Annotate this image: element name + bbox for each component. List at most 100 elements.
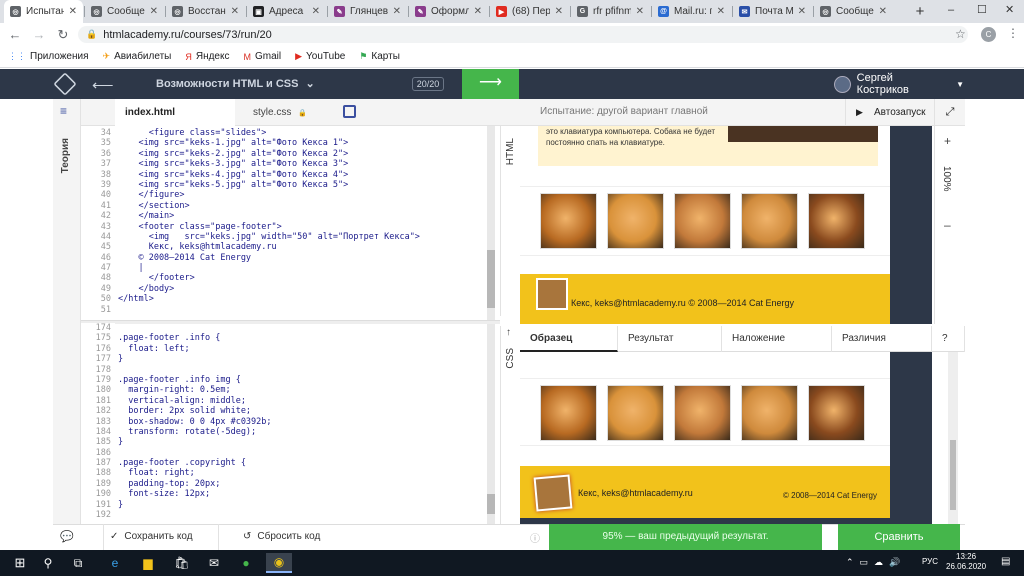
code-line[interactable]: }	[118, 437, 486, 447]
tab-close-icon[interactable]: ✕	[879, 6, 887, 17]
edge-icon[interactable]: e	[105, 553, 125, 573]
code-line[interactable]: </main>	[118, 211, 486, 221]
code-line[interactable]: <figure class="slides">	[118, 128, 486, 138]
browser-tab[interactable]: ◎ Сообщест ✕	[814, 0, 893, 23]
result-tab[interactable]: Результат	[618, 326, 722, 352]
code-line[interactable]: </html>	[118, 294, 486, 304]
css-code-editor[interactable]: .page-footer .info { float: left;} .page-…	[118, 323, 486, 524]
code-line[interactable]: </figure>	[118, 190, 486, 200]
code-line[interactable]	[118, 323, 486, 333]
expand-icon[interactable]: ⤢	[934, 99, 965, 126]
css-scrollbar-thumb[interactable]	[487, 494, 495, 514]
browser-tab[interactable]: ◎ Восстанов ✕	[166, 0, 245, 23]
previous-step-icon[interactable]: ⟵	[92, 76, 114, 94]
browser-tab[interactable]: ◎ Сообщест ✕	[85, 0, 164, 23]
browser-tab[interactable]: ✎ Глянцева ✕	[328, 0, 407, 23]
tab-close-icon[interactable]: ✕	[393, 6, 401, 17]
code-line[interactable]: float: left;	[118, 344, 486, 354]
mail-icon[interactable]: ✉	[204, 553, 224, 573]
search-icon[interactable]: ⚲	[38, 553, 58, 573]
code-line[interactable]	[118, 305, 486, 315]
sample-scrollbar-thumb[interactable]	[950, 440, 956, 510]
reload-icon[interactable]: ↻	[54, 23, 72, 46]
hamburger-menu-icon[interactable]: ≡	[60, 105, 72, 117]
zoom-out-icon[interactable]: –	[944, 218, 951, 232]
bookmark-item[interactable]: Я Яндекс	[185, 51, 229, 62]
code-line[interactable]: </body>	[118, 284, 486, 294]
window-minimize-icon[interactable]: –	[948, 4, 954, 16]
result-tab[interactable]: Образец	[520, 326, 618, 352]
code-line[interactable]: transform: rotate(-5deg);	[118, 427, 486, 437]
browser-tab[interactable]: @ Mail.ru: п ✕	[652, 0, 731, 23]
next-step-button[interactable]: ⟶	[462, 69, 519, 99]
compare-button[interactable]: Сравнить	[838, 524, 960, 550]
profile-avatar[interactable]: C	[981, 27, 996, 42]
windows-start-icon[interactable]: ⊞	[10, 553, 30, 573]
bookmark-item[interactable]: M Gmail	[243, 51, 281, 62]
code-line[interactable]: <img src="keks.jpg" width="50" alt="Порт…	[118, 232, 486, 242]
browser-tab[interactable]: ◎ Испытани ✕	[4, 0, 83, 23]
store-icon[interactable]: 🛍	[172, 553, 192, 573]
theory-toggle[interactable]: Теория	[60, 138, 71, 173]
info-icon[interactable]: ⓘ	[530, 530, 540, 545]
code-line[interactable]: <img src="keks-3.jpg" alt="Фото Кекса 3"…	[118, 159, 486, 169]
autorun-toggle[interactable]: ▶ Автозапуск	[845, 99, 934, 126]
tab-close-icon[interactable]: ✕	[717, 6, 725, 17]
code-line[interactable]: }	[118, 500, 486, 510]
code-line[interactable]: .page-footer .copyright {	[118, 458, 486, 468]
address-bar[interactable]: 🔒 htmlacademy.ru/courses/73/run/20	[78, 26, 968, 43]
layout-toggle-icon[interactable]	[343, 105, 356, 118]
chrome-icon[interactable]: ◉	[266, 553, 292, 573]
code-line[interactable]: padding-top: 20px;	[118, 479, 486, 489]
code-line[interactable]: Кекс, keks@htmlacademy.ru	[118, 242, 486, 252]
code-line[interactable]	[118, 448, 486, 458]
code-line[interactable]: font-size: 12px;	[118, 489, 486, 499]
code-line[interactable]: </footer>	[118, 273, 486, 283]
result-tab[interactable]: Различия	[832, 326, 932, 352]
clock[interactable]: 13:26 26.06.2020	[946, 552, 986, 572]
code-line[interactable]: }	[118, 354, 486, 364]
arrow-up-icon[interactable]: ↑	[506, 327, 511, 338]
code-line[interactable]: .page-footer .info img {	[118, 375, 486, 385]
course-title[interactable]: Возможности HTML и CSS ⌄	[156, 77, 315, 90]
tab-close-icon[interactable]: ✕	[150, 6, 158, 17]
task-view-icon[interactable]: ⧉	[68, 553, 88, 573]
bookmark-item[interactable]: ⋮⋮ Приложения	[8, 51, 89, 62]
zoom-in-icon[interactable]: +	[944, 134, 951, 148]
html-code-editor[interactable]: <figure class="slides"> <img src="keks-1…	[118, 128, 486, 320]
whatsapp-icon[interactable]: ●	[236, 553, 256, 573]
save-code-button[interactable]: ✓ Сохранить код	[103, 524, 218, 550]
bookmark-item[interactable]: ⚑ Карты	[359, 51, 400, 62]
code-line[interactable]: |	[118, 263, 486, 273]
browser-menu-icon[interactable]: ⋮	[1007, 26, 1019, 40]
tab-close-icon[interactable]: ✕	[798, 6, 806, 17]
browser-tab[interactable]: ✎ Оформле ✕	[409, 0, 488, 23]
code-line[interactable]: margin-right: 0.5em;	[118, 385, 486, 395]
back-icon[interactable]: ←	[6, 23, 24, 46]
code-line[interactable]: </section>	[118, 201, 486, 211]
tab-close-icon[interactable]: ✕	[636, 6, 644, 17]
result-tab[interactable]: Наложение	[722, 326, 832, 352]
tab-close-icon[interactable]: ✕	[555, 6, 563, 17]
window-maximize-icon[interactable]: ☐	[977, 3, 987, 16]
tab-close-icon[interactable]: ✕	[474, 6, 482, 17]
code-line[interactable]: float: right;	[118, 468, 486, 478]
code-line[interactable]	[118, 510, 486, 520]
html-scrollbar-thumb[interactable]	[487, 250, 495, 308]
tab-close-icon[interactable]: ✕	[231, 6, 239, 17]
code-line[interactable]: <footer class="page-footer">	[118, 222, 486, 232]
language-indicator[interactable]: РУС	[922, 557, 938, 566]
tab-close-icon[interactable]: ✕	[69, 6, 77, 17]
browser-tab[interactable]: ✉ Почта Ма ✕	[733, 0, 812, 23]
reset-code-button[interactable]: ↺ Сбросить код	[218, 524, 348, 550]
code-line[interactable]: <img src="keks-1.jpg" alt="Фото Кекса 1"…	[118, 138, 486, 148]
code-line[interactable]: © 2008–2014 Cat Energy	[118, 253, 486, 263]
code-line[interactable]: border: 2px solid white;	[118, 406, 486, 416]
window-close-icon[interactable]: ✕	[1005, 3, 1014, 16]
code-line[interactable]: box-shadow: 0 0 4px #c0392b;	[118, 417, 486, 427]
code-line[interactable]: <img src="keks-5.jpg" alt="Фото Кекса 5"…	[118, 180, 486, 190]
tab-close-icon[interactable]: ✕	[312, 6, 320, 17]
code-line[interactable]: <img src="keks-2.jpg" alt="Фото Кекса 2"…	[118, 149, 486, 159]
bookmark-item[interactable]: ✈ Авиабилеты	[103, 51, 172, 62]
bookmark-star-icon[interactable]: ☆	[955, 27, 966, 41]
